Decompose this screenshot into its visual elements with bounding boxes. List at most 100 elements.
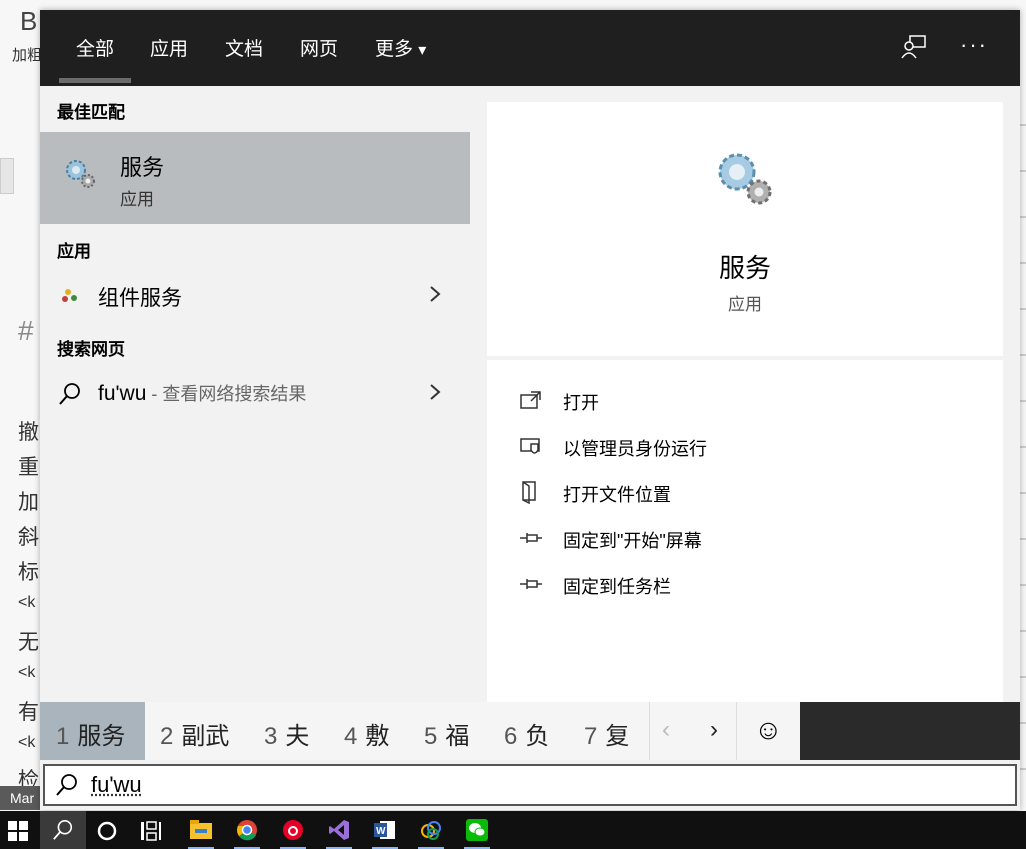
tab-documents[interactable]: 文档 xyxy=(225,34,263,61)
search-input[interactable]: fu'wu xyxy=(43,764,1017,806)
bg-title: B xyxy=(20,6,38,36)
ime-candidate[interactable]: 6负 xyxy=(504,702,549,760)
bg-heading-mark: # xyxy=(18,315,34,346)
emoji-icon[interactable]: ☺ xyxy=(754,714,783,746)
action-open[interactable]: 打开 xyxy=(519,384,979,418)
windows-search-panel: 全部 应用 文档 网页 更多 ▾ ··· 最佳匹配 服务 应用 应用 组件服务 … xyxy=(40,10,1020,810)
action-pin-to-start[interactable]: 固定到"开始"屏幕 xyxy=(519,522,979,556)
web-search-hint: - 查看网络搜索结果 xyxy=(146,384,307,404)
taskbar-netease-music[interactable] xyxy=(270,811,316,849)
app-result-label: 组件服务 xyxy=(98,287,182,310)
action-pin-to-taskbar[interactable]: 固定到任务栏 xyxy=(519,568,979,602)
bg-text-line: 无 xyxy=(18,631,39,654)
bg-text-line: 有 xyxy=(18,701,39,724)
task-view-button[interactable] xyxy=(128,811,174,849)
best-match-result[interactable]: 服务 应用 xyxy=(40,132,470,224)
bg-text-line: <k xyxy=(18,664,36,681)
preview-subtitle: 应用 xyxy=(728,295,762,314)
file-explorer-icon xyxy=(190,820,212,839)
chevron-right-icon xyxy=(430,384,441,400)
tab-more-label: 更多 xyxy=(375,39,414,60)
ime-candidate[interactable]: 5福 xyxy=(424,702,469,760)
visual-studio-icon xyxy=(329,820,349,840)
ime-next-page-icon[interactable]: › xyxy=(710,716,718,744)
action-label: 固定到"开始"屏幕 xyxy=(563,531,702,551)
feedback-icon[interactable] xyxy=(900,32,928,60)
start-icon xyxy=(8,821,28,841)
file-location-icon xyxy=(522,481,536,504)
search-icon xyxy=(56,774,77,796)
taskbar-wechat[interactable] xyxy=(454,811,500,849)
cortana-button[interactable] xyxy=(84,811,130,849)
actions-list: 打开 以管理员身份运行 打开文件位置 固定到"开始"屏幕 固定到任务栏 xyxy=(487,360,1003,702)
tab-web[interactable]: 网页 xyxy=(300,34,338,61)
search-icon xyxy=(53,820,73,840)
best-match-title: 服务 xyxy=(120,155,165,180)
component-services-icon xyxy=(62,289,77,302)
action-label: 打开 xyxy=(563,393,599,413)
taskbar-visual-studio[interactable] xyxy=(316,811,362,849)
pin-taskbar-icon xyxy=(520,579,542,589)
best-match-heading: 最佳匹配 xyxy=(57,103,125,122)
tab-more[interactable]: 更多 ▾ xyxy=(375,34,426,61)
open-icon xyxy=(520,391,541,409)
web-search-label: fu'wu - 查看网络搜索结果 xyxy=(98,380,306,406)
best-match-subtitle: 应用 xyxy=(120,190,154,209)
cortana-icon xyxy=(97,821,117,841)
results-list: 最佳匹配 服务 应用 应用 组件服务 搜索网页 fu'wu - 查看网络搜索结果 xyxy=(40,86,470,702)
bg-right-rules xyxy=(1020,80,1026,780)
chevron-down-icon: ▾ xyxy=(418,42,427,59)
action-run-as-admin[interactable]: 以管理员身份运行 xyxy=(519,430,979,464)
search-scope-tabs: 全部 应用 文档 网页 更多 ▾ ··· xyxy=(40,10,1020,86)
task-view-icon xyxy=(141,821,161,841)
action-label: 打开文件位置 xyxy=(563,485,671,505)
taskbar-chrome[interactable] xyxy=(224,811,270,849)
taskbar-word[interactable]: W xyxy=(362,811,408,849)
wechat-icon xyxy=(466,819,488,841)
tab-apps[interactable]: 应用 xyxy=(150,34,188,61)
more-options-icon[interactable]: ··· xyxy=(960,32,988,58)
bg-text-line: <k xyxy=(18,734,36,751)
taskbar: W xyxy=(0,811,1026,849)
taskbar-file-explorer[interactable] xyxy=(178,811,224,849)
bg-text-line: 撤 xyxy=(18,421,39,444)
taskbar-app[interactable] xyxy=(408,811,454,849)
ime-bar-tail xyxy=(800,702,1020,760)
chrome-icon xyxy=(237,820,257,841)
app-icon xyxy=(421,821,441,840)
word-icon: W xyxy=(374,821,395,839)
preview-card: 服务 应用 xyxy=(487,102,1003,356)
bg-text-line: <k xyxy=(18,594,36,611)
bg-status-label: Mar xyxy=(0,786,42,810)
svg-text:W: W xyxy=(376,826,386,837)
ime-candidate-bar: 1 服务 2 副武 3夫 4敷 5福 6负 7复 ‹ › ☺ xyxy=(40,702,800,760)
tab-all[interactable]: 全部 xyxy=(76,34,114,61)
app-result-component-services[interactable]: 组件服务 xyxy=(40,274,470,318)
ime-candidate[interactable]: 4敷 xyxy=(344,702,389,760)
bg-text-line: 斜 xyxy=(18,526,39,549)
web-search-heading: 搜索网页 xyxy=(57,340,125,359)
preview-title: 服务 xyxy=(718,253,771,283)
ime-candidate[interactable]: 7复 xyxy=(584,702,629,760)
ime-prev-page-icon[interactable]: ‹ xyxy=(662,716,670,744)
action-label: 固定到任务栏 xyxy=(563,577,671,597)
ime-candidate[interactable]: 3夫 xyxy=(264,702,309,760)
ime-candidate[interactable]: 1 服务 xyxy=(40,702,145,760)
run-as-admin-icon xyxy=(520,438,540,454)
bg-bold-label: 加粗 xyxy=(12,47,43,64)
taskbar-search-button[interactable] xyxy=(40,811,86,849)
divider xyxy=(649,702,650,760)
pin-start-icon xyxy=(520,533,542,543)
ime-candidate[interactable]: 2 副武 xyxy=(160,702,229,760)
gears-icon xyxy=(718,153,772,205)
action-label: 以管理员身份运行 xyxy=(563,439,707,459)
bg-text-line: 标 xyxy=(18,561,39,584)
web-search-result[interactable]: fu'wu - 查看网络搜索结果 xyxy=(40,372,470,416)
netease-music-icon xyxy=(283,820,303,840)
search-icon xyxy=(59,383,80,405)
bg-side-tab xyxy=(0,158,14,194)
chevron-right-icon xyxy=(430,286,441,302)
apps-heading: 应用 xyxy=(57,242,91,261)
web-search-query: fu'wu xyxy=(98,382,147,405)
action-open-file-location[interactable]: 打开文件位置 xyxy=(519,476,979,510)
